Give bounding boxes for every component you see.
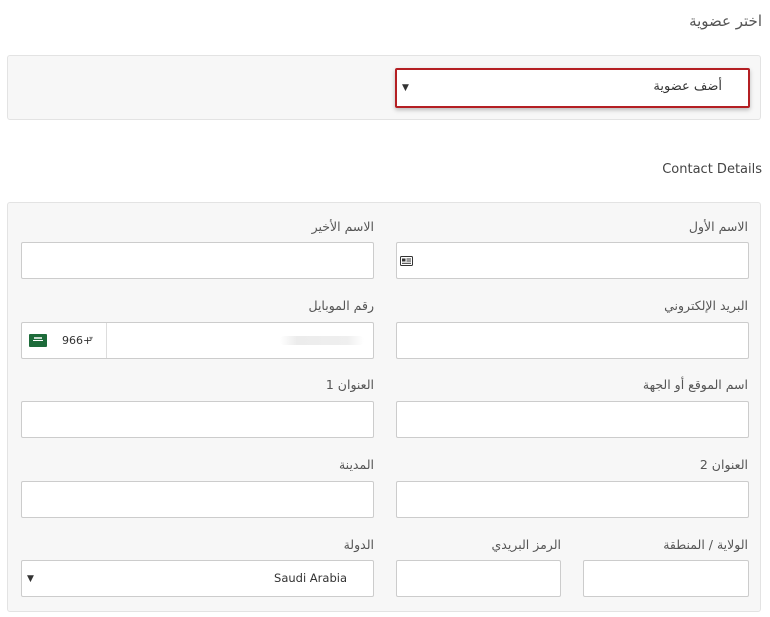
first-name-input[interactable] (396, 242, 749, 279)
state-label: الولاية / المنطقة (663, 537, 748, 552)
membership-select-value: أضف عضوية (653, 79, 722, 94)
dial-code: 966+ (62, 334, 93, 347)
address2-input[interactable] (396, 481, 749, 518)
last-name-input[interactable] (21, 242, 374, 279)
caret-down-icon: ▼ (402, 83, 409, 93)
address1-label: العنوان 1 (325, 377, 374, 392)
address1-input[interactable] (21, 401, 374, 438)
country-select-value: Saudi Arabia (274, 571, 347, 585)
city-input[interactable] (21, 481, 374, 518)
email-input[interactable] (396, 322, 749, 359)
caret-down-icon: ▼ (27, 574, 34, 584)
mobile-input[interactable]: 966+ ▾ (21, 322, 374, 359)
mobile-number-blurred (280, 336, 364, 345)
membership-title: اختر عضوية (689, 12, 762, 30)
city-label: المدينة (338, 457, 374, 472)
postal-code-input[interactable] (396, 560, 561, 597)
mobile-label: رقم الموبايل (308, 298, 374, 313)
country-code-selector[interactable]: 966+ ▾ (22, 323, 107, 358)
site-name-input[interactable] (396, 401, 749, 438)
postal-code-label: الرمز البريدي (491, 537, 561, 552)
site-name-label: اسم الموقع أو الجهة (642, 377, 748, 392)
country-label: الدولة (343, 537, 374, 552)
country-select[interactable]: ▼ Saudi Arabia (21, 560, 374, 597)
chevron-down-icon: ▾ (89, 334, 94, 343)
email-label: البريد الإلكتروني (664, 298, 748, 313)
first-name-label: الاسم الأول (688, 219, 748, 234)
contact-details-title: Contact Details (662, 162, 762, 177)
membership-select[interactable]: ▼ أضف عضوية (395, 68, 750, 108)
saudi-arabia-flag-icon (29, 334, 47, 347)
last-name-label: الاسم الأخير (311, 219, 374, 234)
address2-label: العنوان 2 (699, 457, 748, 472)
state-input[interactable] (583, 560, 749, 597)
id-card-icon (400, 256, 413, 266)
